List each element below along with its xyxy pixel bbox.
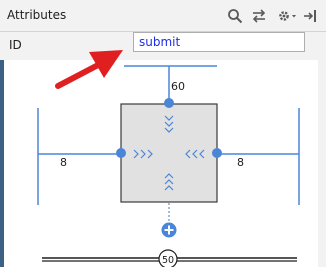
right-margin-value[interactable]: 8 <box>237 156 244 169</box>
view-box <box>120 103 218 203</box>
left-margin-value[interactable]: 8 <box>60 156 67 169</box>
bias-slider-thumb[interactable]: 50 <box>158 249 178 267</box>
add-bottom-constraint-icon[interactable] <box>161 222 177 238</box>
bias-value: 50 <box>162 255 174 266</box>
constraint-widget: 60 8 8 50 <box>37 50 300 267</box>
top-anchor[interactable] <box>164 98 174 108</box>
annotation-arrow-icon <box>55 50 123 89</box>
right-anchor[interactable] <box>212 148 222 158</box>
attributes-panel: Attributes ID submit 60 8 8 50 <box>0 0 326 267</box>
top-margin-value[interactable]: 60 <box>171 80 185 93</box>
left-anchor[interactable] <box>116 148 126 158</box>
